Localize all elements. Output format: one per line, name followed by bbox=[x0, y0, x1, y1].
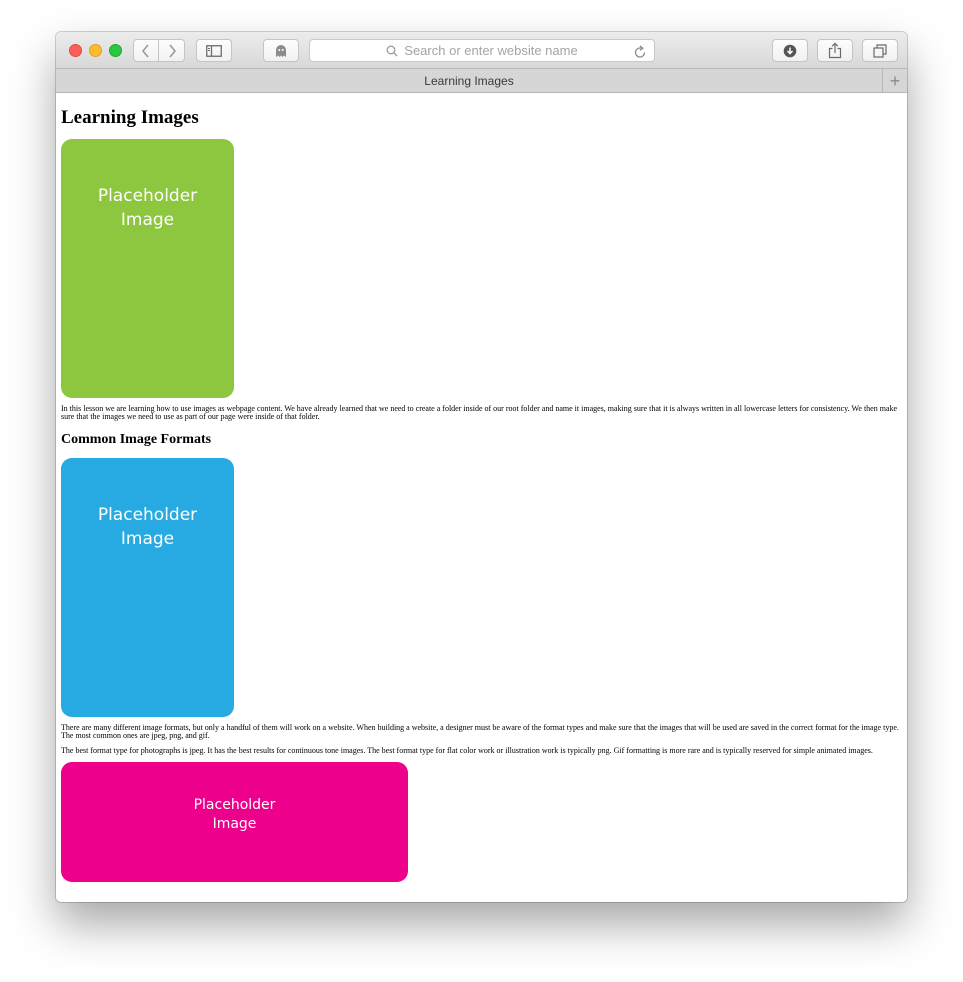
back-button[interactable] bbox=[133, 39, 159, 62]
placeholder-image-green: Placeholder Image bbox=[61, 139, 234, 398]
chevron-right-icon bbox=[168, 43, 176, 58]
share-button[interactable] bbox=[817, 39, 853, 62]
show-all-tabs-button[interactable] bbox=[862, 39, 898, 62]
share-icon bbox=[828, 42, 842, 59]
intro-paragraph: In this lesson we are learning how to us… bbox=[61, 404, 898, 421]
private-browsing-button[interactable] bbox=[263, 39, 299, 62]
best-formats-paragraph: The best format type for photographs is … bbox=[61, 746, 873, 755]
address-placeholder: Search or enter website name bbox=[404, 43, 578, 58]
minimize-window-button[interactable] bbox=[89, 44, 102, 57]
tabs-overview-icon bbox=[873, 43, 887, 58]
page-title: Learning Images bbox=[61, 107, 199, 128]
downloads-button[interactable] bbox=[772, 39, 808, 62]
browser-toolbar: Search or enter website name bbox=[56, 32, 907, 69]
reload-icon[interactable] bbox=[634, 44, 647, 63]
formats-paragraph: There are many different image formats, … bbox=[61, 723, 899, 740]
placeholder-image-pink: Placeholder Image bbox=[61, 762, 408, 882]
placeholder-image-label: Placeholder Image bbox=[193, 797, 276, 832]
ghost-icon bbox=[276, 44, 286, 57]
search-icon bbox=[386, 45, 398, 57]
sidebar-toggle-button[interactable] bbox=[196, 39, 232, 62]
tab-learning-images[interactable]: Learning Images bbox=[56, 69, 882, 92]
new-tab-button[interactable]: + bbox=[882, 69, 907, 92]
page-content: Learning Images Placeholder Image In thi… bbox=[56, 93, 907, 902]
download-icon bbox=[783, 44, 797, 57]
placeholder-image-blue: Placeholder Image bbox=[61, 458, 234, 717]
section-heading: Common Image Formats bbox=[61, 432, 212, 447]
address-bar[interactable]: Search or enter website name bbox=[309, 39, 655, 62]
placeholder-image-label: Placeholder Image bbox=[97, 186, 198, 230]
forward-button[interactable] bbox=[159, 39, 185, 62]
browser-window: Search or enter website name Learning Im… bbox=[56, 32, 907, 902]
close-window-button[interactable] bbox=[69, 44, 82, 57]
chevron-left-icon bbox=[141, 43, 149, 58]
zoom-window-button[interactable] bbox=[109, 44, 122, 57]
placeholder-image-label: Placeholder Image bbox=[97, 505, 198, 549]
tab-bar: Learning Images + bbox=[56, 69, 907, 93]
sidebar-icon bbox=[206, 44, 222, 57]
